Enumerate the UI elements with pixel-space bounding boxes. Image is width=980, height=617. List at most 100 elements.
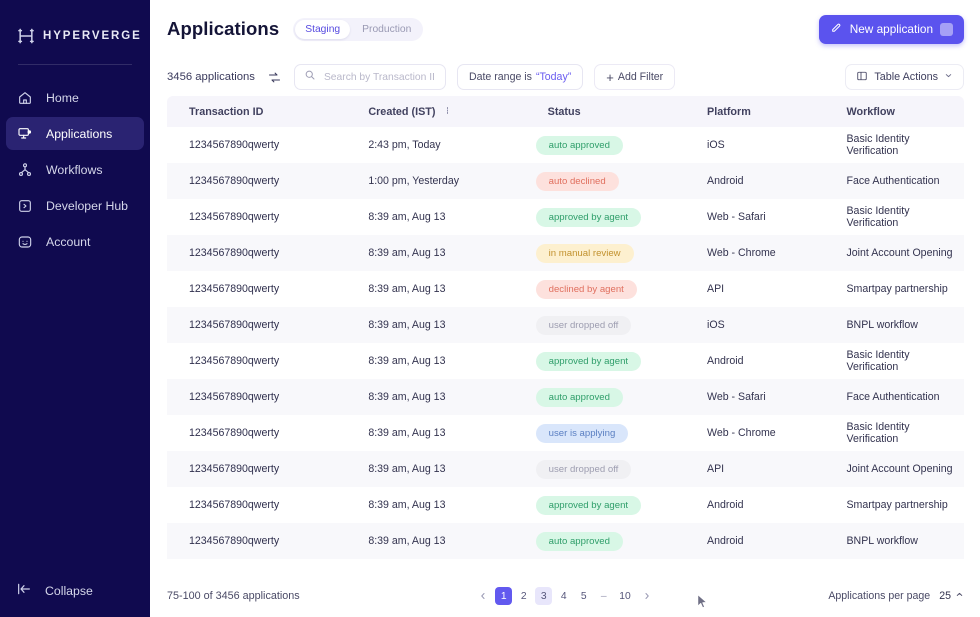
cell-status: user dropped off (526, 307, 685, 343)
column-header-platform[interactable]: Platform (685, 96, 824, 127)
status-badge: declined by agent (536, 280, 637, 299)
sidebar-item-account[interactable]: Account (6, 225, 144, 258)
table-header-row: Transaction ID Created (IST) (167, 96, 964, 127)
column-header-workflow[interactable]: Workflow (824, 96, 964, 127)
pagination-page-10[interactable]: 10 (615, 587, 634, 605)
cell-platform: Android (685, 487, 824, 523)
cell-workflow: Joint Account Opening (824, 235, 964, 271)
cell-platform: Web - Safari (685, 379, 824, 415)
pagination-page-5[interactable]: 5 (575, 587, 592, 605)
search-icon (304, 68, 316, 86)
refresh-swap-icon[interactable] (266, 69, 283, 86)
per-page-label: Applications per page (828, 590, 930, 602)
table-actions-button[interactable]: Table Actions (845, 64, 964, 90)
new-application-label: New application (850, 22, 933, 36)
sidebar-item-home[interactable]: Home (6, 81, 144, 114)
table-footer: 75-100 of 3456 applications 12345–10 App… (150, 575, 980, 617)
sidebar-item-applications[interactable]: Applications (6, 117, 144, 150)
table-row[interactable]: 1234567890qwerty8:39 am, Aug 13user drop… (167, 307, 964, 343)
pagination-page-4[interactable]: 4 (555, 587, 572, 605)
cell-transaction-id: 1234567890qwerty (167, 127, 346, 163)
developer-hub-icon (16, 197, 33, 214)
sort-icon[interactable] (443, 106, 452, 118)
status-badge: auto approved (536, 532, 623, 551)
cell-workflow: BNPL workflow (824, 523, 964, 559)
status-badge: user dropped off (536, 316, 632, 335)
cell-status: user dropped off (526, 451, 685, 487)
table-row[interactable]: 1234567890qwerty8:39 am, Aug 13declined … (167, 271, 964, 307)
cell-transaction-id: 1234567890qwerty (167, 235, 346, 271)
column-label: Created (IST) (368, 106, 435, 118)
chevron-down-icon (944, 71, 953, 83)
cell-created: 8:39 am, Aug 13 (346, 235, 525, 271)
new-application-button[interactable]: New application (819, 15, 964, 44)
table-row[interactable]: 1234567890qwerty8:39 am, Aug 13 in manual… (167, 235, 964, 271)
tab-staging[interactable]: Staging (295, 20, 350, 39)
table-row[interactable]: 1234567890qwerty2:43 pm, Today auto appro… (167, 127, 964, 163)
pagination-next-button[interactable] (638, 587, 656, 605)
table-head: Transaction ID Created (IST) (167, 96, 964, 127)
column-label: Platform (707, 106, 751, 118)
cell-workflow: Joint Account Opening (824, 451, 964, 487)
table-row[interactable]: 1234567890qwerty8:39 am, Aug 13user drop… (167, 451, 964, 487)
cell-platform: Android (685, 343, 824, 379)
pagination-page-1[interactable]: 1 (495, 587, 512, 605)
column-header-transaction-id[interactable]: Transaction ID (167, 96, 346, 127)
pencil-edit-icon (830, 21, 843, 37)
cell-created: 8:39 am, Aug 13 (346, 271, 525, 307)
table-row[interactable]: 1234567890qwerty8:39 am, Aug 13approved … (167, 343, 964, 379)
cell-created: 8:39 am, Aug 13 (346, 451, 525, 487)
cell-transaction-id: 1234567890qwerty (167, 163, 346, 199)
table-row[interactable]: 1234567890qwerty1:00 pm, Yesterdayauto d… (167, 163, 964, 199)
add-filter-button[interactable]: + Add Filter (594, 64, 675, 90)
search-input[interactable] (324, 72, 434, 83)
cell-created: 8:39 am, Aug 13 (346, 199, 525, 235)
cell-transaction-id: 1234567890qwerty (167, 307, 346, 343)
cell-workflow: Basic Identity Verification (824, 127, 964, 163)
status-badge: auto approved (536, 136, 623, 155)
status-badge: approved by agent (536, 496, 641, 515)
sidebar-item-workflows[interactable]: Workflows (6, 153, 144, 186)
hyperverge-logo-icon (16, 26, 36, 46)
workflows-node-icon (16, 161, 33, 178)
status-badge: in manual review (536, 244, 634, 263)
cell-workflow: Face Authentication (824, 163, 964, 199)
cell-platform: Web - Safari (685, 199, 824, 235)
pagination-page-2[interactable]: 2 (515, 587, 532, 605)
tab-production[interactable]: Production (352, 20, 421, 39)
search-box[interactable] (294, 64, 446, 90)
table-row[interactable]: 1234567890qwerty8:39 am, Aug 13approved … (167, 487, 964, 523)
filter-bar: 3456 applications Date range is “Today” (150, 58, 980, 96)
cell-status: approved by agent (526, 199, 685, 235)
page-title: Applications (167, 18, 279, 40)
collapse-sidebar-button[interactable]: Collapse (6, 575, 144, 607)
pagination-prev-button[interactable] (474, 587, 492, 605)
date-range-prefix: Date range is (469, 71, 532, 83)
table-row[interactable]: 1234567890qwerty8:39 am, Aug 13user is a… (167, 415, 964, 451)
sidebar-item-label: Workflows (46, 163, 102, 177)
collapse-left-icon (16, 581, 32, 602)
table-row[interactable]: 1234567890qwerty8:39 am, Aug 13auto appr… (167, 523, 964, 559)
cell-workflow: Smartpay partnership (824, 487, 964, 523)
cell-status: in manual review (526, 235, 685, 271)
sidebar-item-label: Home (46, 91, 79, 105)
plus-icon: + (606, 71, 614, 84)
sidebar-item-developer-hub[interactable]: Developer Hub (6, 189, 144, 222)
cell-platform: Web - Chrome (685, 235, 824, 271)
status-badge: user dropped off (536, 460, 632, 479)
app-root: HYPERVERGE Home Applications (0, 0, 980, 617)
pagination-page-3[interactable]: 3 (535, 587, 552, 605)
cell-created: 2:43 pm, Today (346, 127, 525, 163)
pagination-ellipsis: – (595, 587, 612, 605)
column-header-status[interactable]: Status (526, 96, 685, 127)
status-badge: auto approved (536, 388, 623, 407)
cell-workflow: BNPL workflow (824, 307, 964, 343)
cell-platform: API (685, 271, 824, 307)
cell-status: declined by agent (526, 271, 685, 307)
table-row[interactable]: 1234567890qwerty8:39 am, Aug 13auto appr… (167, 379, 964, 415)
date-range-filter-chip[interactable]: Date range is “Today” (457, 64, 583, 90)
per-page-select[interactable]: 25 (939, 590, 964, 602)
table-row[interactable]: 1234567890qwerty8:39 am, Aug 13approved … (167, 199, 964, 235)
columns-icon (856, 70, 868, 85)
column-header-created[interactable]: Created (IST) (346, 96, 525, 127)
